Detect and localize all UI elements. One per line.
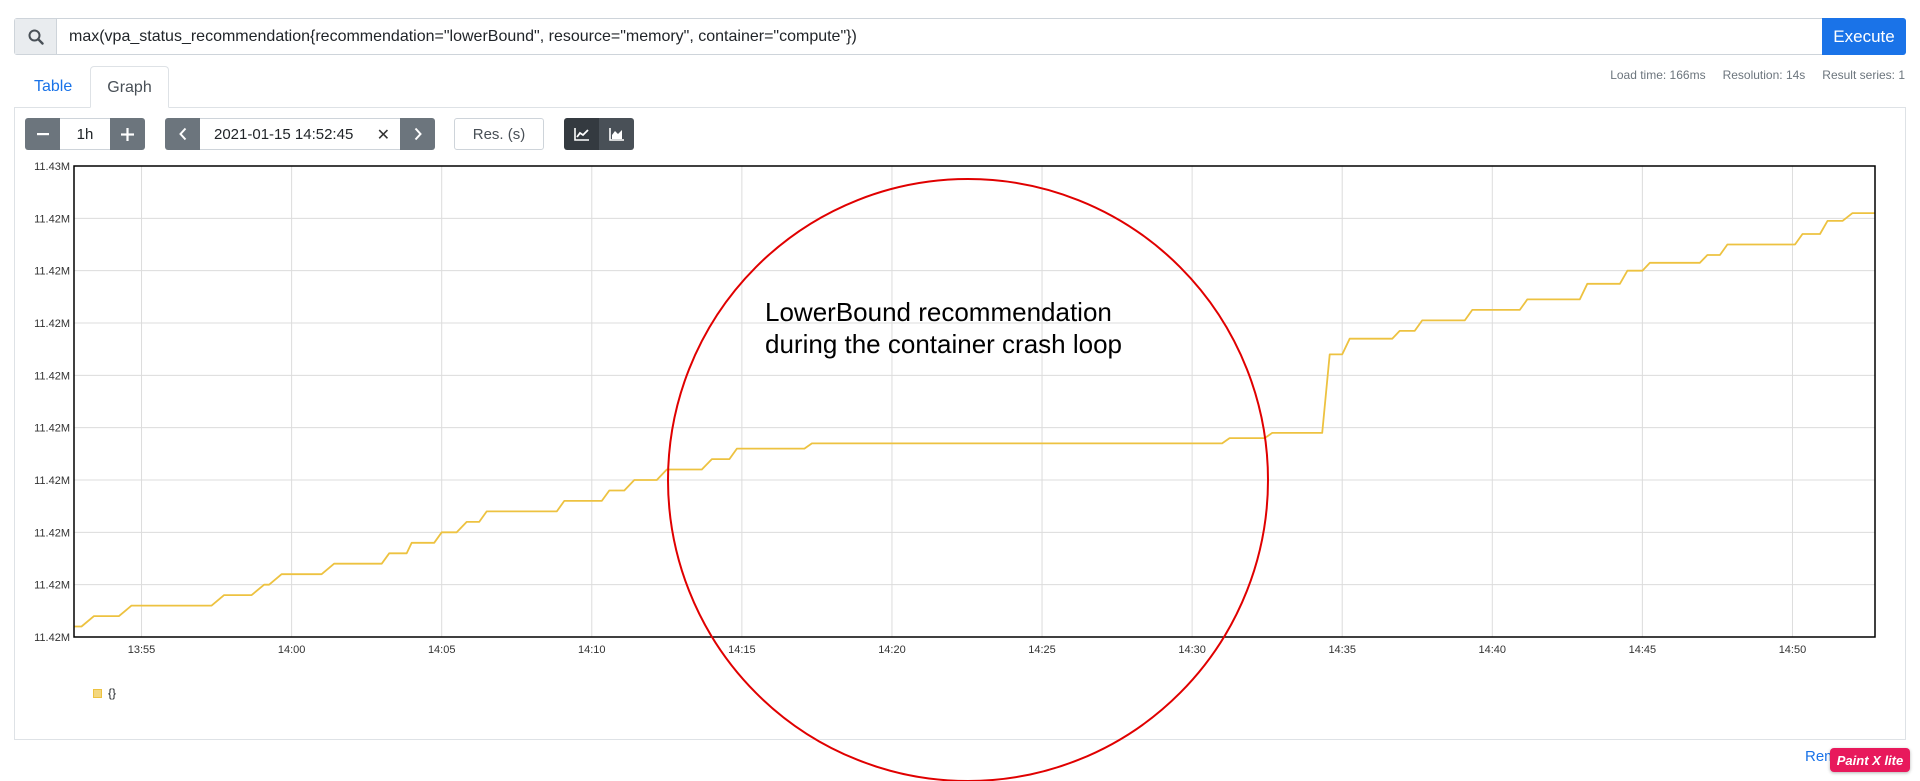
x-tick-label: 14:45 — [1629, 644, 1657, 656]
plot-border — [73, 165, 1876, 638]
y-tick-label: 11.42M — [34, 475, 70, 487]
y-tick-label: 11.43M — [34, 161, 70, 173]
y-tick-label: 11.42M — [34, 318, 70, 330]
x-tick-label: 14:00 — [278, 644, 306, 656]
x-tick-label: 14:30 — [1178, 644, 1206, 656]
x-tick-label: 14:15 — [728, 644, 756, 656]
annotation-text: LowerBound recommendation during the con… — [765, 296, 1122, 360]
y-tick-label: 11.42M — [34, 580, 70, 592]
y-tick-label: 11.42M — [34, 266, 70, 278]
line-chart: 11.43M 11.42M 11.42M 11.42M 11.42M 11.42M 11.4… — [34, 161, 1876, 781]
x-tick-label: 13:55 — [128, 644, 156, 656]
legend-swatch — [93, 688, 102, 698]
legend-label: {} — [108, 686, 117, 700]
y-tick-label: 11.42M — [34, 370, 70, 382]
x-tick-label: 14:35 — [1328, 644, 1356, 656]
x-tick-label: 14:50 — [1779, 644, 1807, 656]
legend[interactable]: {} — [93, 686, 116, 700]
tab-graph[interactable]: Graph — [90, 66, 169, 108]
y-tick-label: 11.42M — [34, 423, 70, 435]
x-tick-label: 14:25 — [1028, 644, 1056, 656]
annotation-line-1: LowerBound recommendation — [765, 297, 1112, 327]
annotation-line-2: during the container crash loop — [765, 329, 1123, 359]
x-tick-label: 14:20 — [878, 644, 906, 656]
paint-x-lite-watermark: Paint X lite — [1830, 748, 1910, 772]
x-tick-label: 14:05 — [428, 644, 456, 656]
y-tick-label: 11.42M — [34, 213, 70, 225]
series-line — [74, 212, 1875, 628]
y-tick-label: 11.42M — [34, 632, 70, 644]
y-tick-label: 11.42M — [34, 527, 70, 539]
x-tick-label: 14:40 — [1479, 644, 1507, 656]
x-tick-label: 14:10 — [578, 644, 606, 656]
